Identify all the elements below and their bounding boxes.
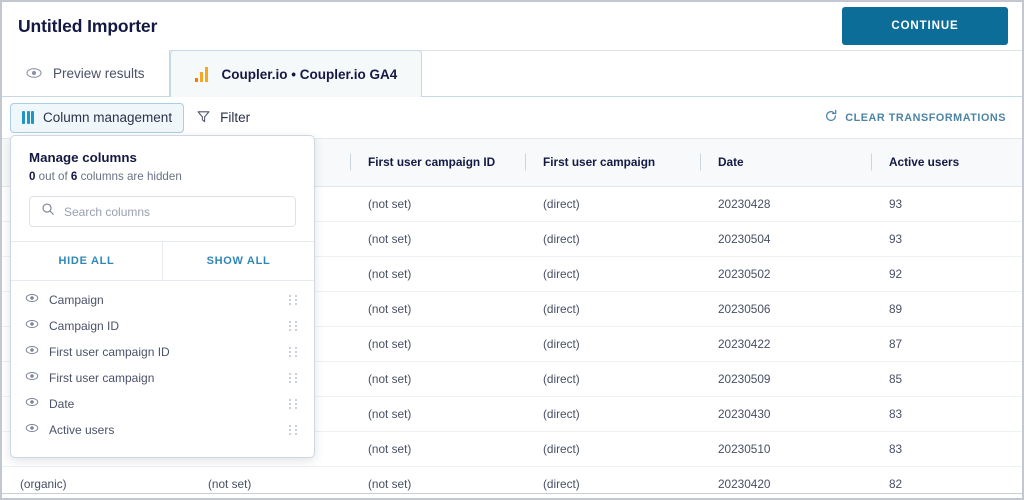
columns-icon [22,111,34,124]
manage-columns-list: Campaign Campaign ID First user campaign I… [11,281,314,457]
clear-transformations-button[interactable]: CLEAR TRANSFORMATIONS [824,109,1006,126]
table-cell-date: 20230502 [700,256,871,292]
eye-icon[interactable] [25,343,39,362]
table-cell-active-users: 93 [871,221,1022,257]
manage-column-item[interactable]: Active users [11,417,314,443]
eye-icon [26,65,42,81]
table-cell-date: 20230504 [700,221,871,257]
manage-column-label: First user campaign ID [49,345,170,359]
subtitle-suffix: columns are hidden [77,170,182,183]
table-header-cell-first-user-campaign-id[interactable]: First user campaign ID [350,139,525,187]
tab-preview-results-label: Preview results [53,65,145,81]
table-cell-first-user-campaign: (direct) [525,221,700,257]
table-cell-date: 20230510 [700,431,871,467]
clear-transformations-label: CLEAR TRANSFORMATIONS [845,111,1006,124]
eye-icon[interactable] [25,395,39,414]
table-footer-strip [2,493,1022,498]
manage-column-item[interactable]: First user campaign [11,365,314,391]
column-management-button[interactable]: Column management [10,102,185,133]
manage-column-item[interactable]: Campaign ID [11,313,314,339]
manage-columns-subtitle: 0 out of 6 columns are hidden [29,170,296,183]
manage-column-item[interactable]: Date [11,391,314,417]
drag-handle-icon[interactable] [289,372,298,384]
drag-handle-icon[interactable] [289,346,298,358]
eye-icon[interactable] [25,421,39,440]
manage-columns-actions: HIDE ALL SHOW ALL [11,241,314,281]
manage-column-label: Campaign [49,293,104,307]
subtitle-mid: out of [35,170,71,183]
tab-bar-filler [422,51,1022,96]
column-management-label: Column management [43,110,173,125]
manage-column-item[interactable]: Campaign [11,287,314,313]
table-cell-first-user-campaign: (direct) [525,396,700,432]
eye-icon[interactable] [25,369,39,388]
table-cell-active-users: 87 [871,326,1022,362]
manage-column-label: Date [49,397,75,411]
table-cell-first-user-campaign: (direct) [525,361,700,397]
table-cell-first-user-campaign: (direct) [525,186,700,222]
manage-column-label: First user campaign [49,371,155,385]
drag-handle-icon[interactable] [289,320,298,332]
search-columns-box[interactable] [29,196,296,227]
filter-label: Filter [220,110,251,125]
table-cell-first-user-campaign-id: (not set) [350,291,525,327]
hide-all-button[interactable]: HIDE ALL [11,242,163,280]
eye-icon[interactable] [25,291,39,310]
table-cell-first-user-campaign: (direct) [525,431,700,467]
transformations-toolbar: Column management Filter CLEAR TRANSFORM… [2,97,1022,139]
table-cell-first-user-campaign-id: (not set) [350,431,525,467]
table-header-cell-active-users[interactable]: Active users [871,139,1022,187]
tab-coupler-ga4[interactable]: Coupler.io • Coupler.io GA4 [169,50,423,97]
table-header-cell-date[interactable]: Date [700,139,871,187]
table-cell-date: 20230428 [700,186,871,222]
table-cell-first-user-campaign-id: (not set) [350,186,525,222]
table-cell-active-users: 85 [871,361,1022,397]
continue-button[interactable]: CONTINUE [842,7,1008,45]
table-cell-date: 20230430 [700,396,871,432]
table-cell-first-user-campaign-id: (not set) [350,256,525,292]
bar-chart-icon [194,66,211,82]
drag-handle-icon[interactable] [289,424,298,436]
manage-column-item[interactable]: First user campaign ID [11,339,314,365]
table-cell-first-user-campaign: (direct) [525,256,700,292]
table-cell-active-users: 92 [871,256,1022,292]
funnel-icon [196,109,211,127]
search-columns-input[interactable] [64,204,284,219]
tab-bar: Preview results Coupler.io • Coupler.io … [2,50,1022,97]
top-header-bar: Untitled Importer CONTINUE [2,2,1022,51]
importer-window: Untitled Importer CONTINUE Preview resul… [0,0,1024,500]
page-title: Untitled Importer [18,15,158,36]
filter-button[interactable]: Filter [184,103,262,133]
table-cell-first-user-campaign-id: (not set) [350,326,525,362]
refresh-icon [824,109,838,126]
manage-columns-header: Manage columns 0 out of 6 columns are hi… [11,136,314,196]
drag-handle-icon[interactable] [289,294,298,306]
table-cell-first-user-campaign-id: (not set) [350,221,525,257]
table-cell-first-user-campaign-id: (not set) [350,396,525,432]
table-cell-date: 20230506 [700,291,871,327]
manage-column-label: Active users [49,423,115,437]
drag-handle-icon[interactable] [289,398,298,410]
tab-coupler-ga4-label: Coupler.io • Coupler.io GA4 [221,66,398,82]
show-all-button[interactable]: SHOW ALL [163,242,314,280]
eye-icon[interactable] [25,317,39,336]
table-cell-active-users: 83 [871,431,1022,467]
manage-column-label: Campaign ID [49,319,120,333]
table-header-cell-first-user-campaign[interactable]: First user campaign [525,139,700,187]
table-cell-active-users: 89 [871,291,1022,327]
table-cell-date: 20230509 [700,361,871,397]
table-cell-active-users: 93 [871,186,1022,222]
table-cell-active-users: 83 [871,396,1022,432]
table-cell-first-user-campaign: (direct) [525,291,700,327]
table-cell-date: 20230422 [700,326,871,362]
tab-preview-results[interactable]: Preview results [2,50,170,96]
manage-columns-title: Manage columns [29,150,137,165]
table-cell-first-user-campaign-id: (not set) [350,361,525,397]
manage-columns-panel: Manage columns 0 out of 6 columns are hi… [10,135,315,458]
search-icon [41,202,55,221]
table-cell-first-user-campaign: (direct) [525,326,700,362]
